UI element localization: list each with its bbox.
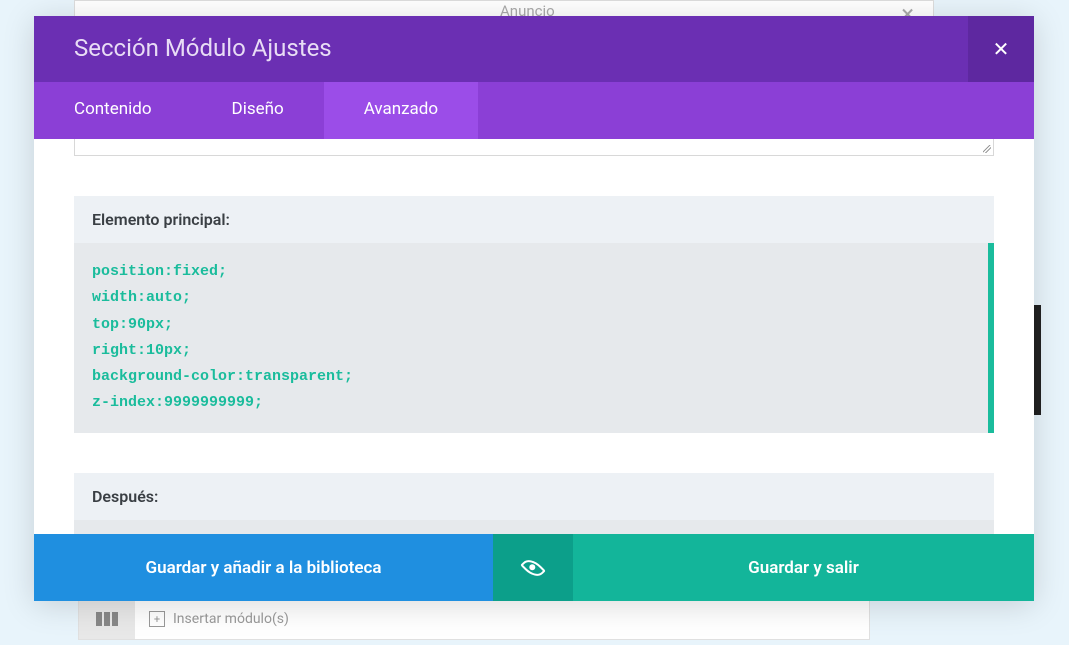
settings-modal: Sección Módulo Ajustes ✕ Contenido Diseñ…: [34, 16, 1034, 601]
close-icon: ✕: [993, 37, 1010, 61]
tab-content[interactable]: Contenido: [34, 82, 192, 139]
previous-field-bottom[interactable]: [74, 139, 994, 156]
resize-handle-icon[interactable]: [983, 145, 991, 153]
css-line: right:10px;: [92, 338, 970, 364]
eye-icon: [520, 555, 545, 580]
tab-bar: Contenido Diseño Avanzado: [34, 82, 1034, 139]
save-and-exit-button[interactable]: Guardar y salir: [573, 534, 1034, 601]
css-line: background-color:transparent;: [92, 364, 970, 390]
css-line: position:fixed;: [92, 259, 970, 285]
main-element-field: Elemento principal: position:fixed; widt…: [74, 196, 994, 433]
plus-icon: +: [149, 611, 165, 627]
after-label: Después:: [74, 473, 994, 520]
preview-button[interactable]: [493, 534, 573, 601]
after-css-input[interactable]: [74, 520, 994, 535]
modal-title: Sección Módulo Ajustes: [34, 16, 372, 82]
modal-body: Elemento principal: position:fixed; widt…: [34, 139, 1034, 534]
main-element-css-input[interactable]: position:fixed; width:auto; top:90px; ri…: [74, 243, 994, 433]
insert-module-label: + Insertar módulo(s): [149, 611, 289, 627]
modal-header: Sección Módulo Ajustes ✕: [34, 16, 1034, 82]
css-line: width:auto;: [92, 285, 970, 311]
after-field: Después:: [74, 473, 994, 535]
tab-design[interactable]: Diseño: [192, 82, 324, 139]
columns-icon: [79, 599, 135, 639]
css-line: z-index:9999999999;: [92, 390, 970, 416]
close-button[interactable]: ✕: [968, 16, 1034, 82]
tab-advanced[interactable]: Avanzado: [324, 82, 478, 139]
main-element-label: Elemento principal:: [74, 196, 994, 243]
css-line: top:90px;: [92, 312, 970, 338]
save-to-library-button[interactable]: Guardar y añadir a la biblioteca: [34, 534, 493, 601]
modal-footer: Guardar y añadir a la biblioteca Guardar…: [34, 534, 1034, 601]
insert-module-row[interactable]: + Insertar módulo(s): [78, 598, 870, 640]
